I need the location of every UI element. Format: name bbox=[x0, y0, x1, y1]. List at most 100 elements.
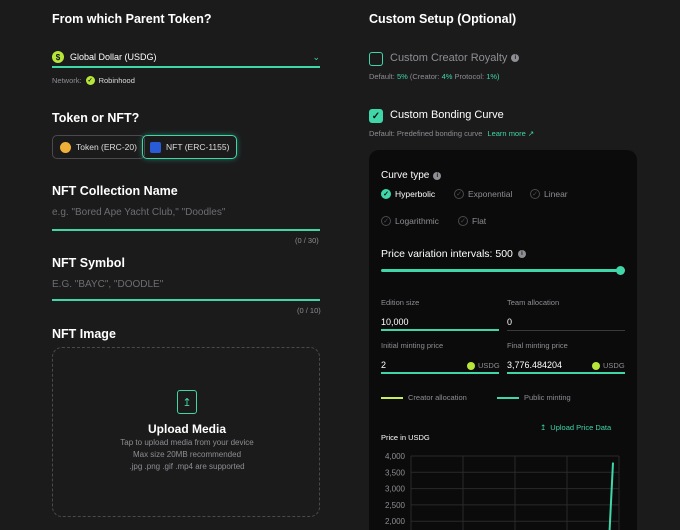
intervals-label: Price variation intervals: 500 bbox=[381, 248, 513, 260]
upload-line1: Tap to upload media from your device bbox=[120, 438, 254, 447]
bonding-default-row: Default: Predefined bonding curve Learn … bbox=[369, 129, 534, 138]
legend-public-label: Public minting bbox=[524, 393, 571, 402]
price-chart: 4,000 3,500 3,000 2,500 2,000 bbox=[385, 452, 620, 530]
chart-title: Price in USDG bbox=[381, 433, 430, 442]
royalty-creator-label: (Creator: bbox=[409, 72, 440, 81]
parent-token-select[interactable]: $ Global Dollar (USDG) ⌄ bbox=[52, 46, 320, 68]
upload-price-button[interactable]: ↥ Upload Price Data bbox=[540, 423, 611, 432]
check-circle-icon: ✓ bbox=[381, 189, 391, 199]
y-tick-label: 3,000 bbox=[385, 485, 406, 494]
royalty-default-prefix: Default: bbox=[369, 72, 395, 81]
network-value: Robinhood bbox=[98, 76, 135, 85]
bonding-default-text: Default: Predefined bonding curve bbox=[369, 129, 483, 138]
currency-label: USDG bbox=[478, 361, 500, 370]
bonding-label: Custom Bonding Curve bbox=[390, 109, 504, 121]
usdg-icon bbox=[592, 361, 600, 370]
nft-erc1155-button[interactable]: NFT (ERC-1155) bbox=[142, 135, 238, 159]
intervals-row: Price variation intervals: 500 i bbox=[381, 248, 526, 260]
token-erc20-button[interactable]: Token (ERC-20) bbox=[52, 135, 145, 159]
curve-exponential[interactable]: ✓ Exponential bbox=[454, 189, 512, 199]
upload-line3: .jpg .png .gif .mp4 are supported bbox=[129, 462, 245, 471]
team-alloc-underline bbox=[507, 330, 625, 331]
final-price-input[interactable]: 3,776.484204 bbox=[507, 360, 562, 370]
usdg-coin-icon: $ bbox=[52, 51, 64, 63]
royalty-protocol-value: 1%) bbox=[486, 72, 500, 81]
symbol-counter: (0 / 10) bbox=[297, 306, 321, 315]
info-icon[interactable]: i bbox=[511, 54, 520, 62]
team-alloc-label: Team allocation bbox=[507, 298, 560, 307]
usdg-icon bbox=[467, 361, 475, 370]
init-price-currency: USDG bbox=[467, 361, 500, 370]
intervals-slider-knob[interactable] bbox=[616, 266, 625, 275]
team-alloc-input[interactable]: 0 bbox=[507, 317, 512, 327]
arrow-up-right-icon: ↗ bbox=[527, 129, 535, 138]
curve-linear[interactable]: ✓ Linear bbox=[530, 189, 568, 199]
edition-size-underline bbox=[381, 329, 499, 331]
image-heading: NFT Image bbox=[52, 327, 116, 341]
info-icon[interactable]: i bbox=[517, 250, 526, 258]
final-price-currency: USDG bbox=[592, 361, 625, 370]
bonding-curve-panel: Curve type i ✓ Hyperbolic ✓ Exponential … bbox=[369, 150, 637, 530]
final-price-underline bbox=[507, 372, 625, 374]
init-price-label: Initial minting price bbox=[381, 341, 444, 350]
curve-label: Hyperbolic bbox=[395, 189, 436, 199]
collection-name-underline bbox=[52, 229, 320, 231]
check-circle-icon: ✓ bbox=[458, 216, 468, 226]
network-label: Network: bbox=[52, 76, 82, 85]
curve-logarithmic[interactable]: ✓ Logarithmic bbox=[381, 216, 439, 226]
upload-line2: Max size 20MB recommended bbox=[132, 450, 242, 459]
curve-hyperbolic[interactable]: ✓ Hyperbolic bbox=[381, 189, 435, 199]
symbol-input[interactable]: E.G. "BAYC", "DOODLE" bbox=[52, 279, 320, 290]
edition-size-label: Edition size bbox=[381, 298, 420, 307]
y-tick-label: 3,500 bbox=[385, 468, 406, 477]
symbol-heading: NFT Symbol bbox=[52, 256, 125, 270]
intervals-slider-track[interactable] bbox=[381, 269, 621, 272]
nft-square-icon bbox=[150, 141, 161, 153]
info-icon[interactable]: i bbox=[433, 171, 442, 180]
royalty-checkbox[interactable] bbox=[369, 52, 383, 66]
curve-label: Exponential bbox=[468, 189, 513, 199]
legend-public-swatch bbox=[497, 397, 519, 399]
curve-label: Logarithmic bbox=[395, 216, 439, 226]
legend-creator-swatch bbox=[381, 397, 403, 399]
curve-type-label: Curve type bbox=[381, 170, 430, 181]
token-erc20-label: Token (ERC-20) bbox=[76, 142, 137, 152]
curve-type-row: Curve type i bbox=[381, 170, 442, 181]
learn-more-link[interactable]: Learn more ↗ bbox=[487, 129, 534, 138]
collection-name-counter: (0 / 30) bbox=[295, 236, 319, 245]
upload-icon: ↥ bbox=[177, 390, 197, 414]
curve-flat[interactable]: ✓ Flat bbox=[458, 216, 486, 226]
curve-label: Linear bbox=[544, 189, 568, 199]
robinhood-icon: ✓ bbox=[85, 76, 95, 85]
curve-label: Flat bbox=[472, 216, 487, 226]
init-price-input[interactable]: 2 bbox=[381, 360, 386, 370]
chevron-down-icon[interactable]: ⌄ bbox=[312, 52, 320, 63]
upload-title: Upload Media bbox=[147, 422, 226, 436]
nft-erc1155-label: NFT (ERC-1155) bbox=[166, 142, 230, 152]
final-price-label: Final minting price bbox=[507, 341, 568, 350]
edition-size-input[interactable]: 10,000 bbox=[381, 317, 409, 327]
parent-token-underline bbox=[52, 66, 320, 68]
upload-dropzone[interactable]: ↥ Upload Media Tap to upload media from … bbox=[52, 347, 320, 517]
currency-label: USDG bbox=[603, 361, 625, 370]
token-or-nft-heading: Token or NFT? bbox=[52, 111, 140, 125]
parent-token-value: Global Dollar (USDG) bbox=[70, 52, 157, 62]
collection-name-input[interactable]: e.g. "Bored Ape Yacht Club," "Doodles" bbox=[52, 207, 320, 218]
royalty-label-row: Custom Creator Royalty i bbox=[390, 52, 520, 64]
y-tick-label: 4,000 bbox=[385, 452, 406, 461]
upload-icon: ↥ bbox=[540, 423, 547, 432]
y-tick-label: 2,500 bbox=[385, 501, 406, 510]
royalty-label: Custom Creator Royalty bbox=[390, 52, 508, 64]
bonding-checkbox[interactable]: ✓ bbox=[369, 109, 383, 123]
legend-creator-label: Creator allocation bbox=[408, 393, 467, 402]
collection-name-heading: NFT Collection Name bbox=[52, 184, 178, 198]
check-circle-icon: ✓ bbox=[530, 189, 540, 199]
token-dot-icon bbox=[60, 141, 71, 153]
symbol-underline bbox=[52, 299, 320, 301]
upload-price-label: Upload Price Data bbox=[550, 423, 612, 432]
check-circle-icon: ✓ bbox=[381, 216, 391, 226]
royalty-protocol-label: Protocol: bbox=[454, 72, 485, 81]
parent-token-heading: From which Parent Token? bbox=[52, 12, 212, 26]
check-circle-icon: ✓ bbox=[454, 189, 464, 199]
royalty-default-row: Default: 5% (Creator: 4% Protocol: 1%) bbox=[369, 72, 500, 81]
